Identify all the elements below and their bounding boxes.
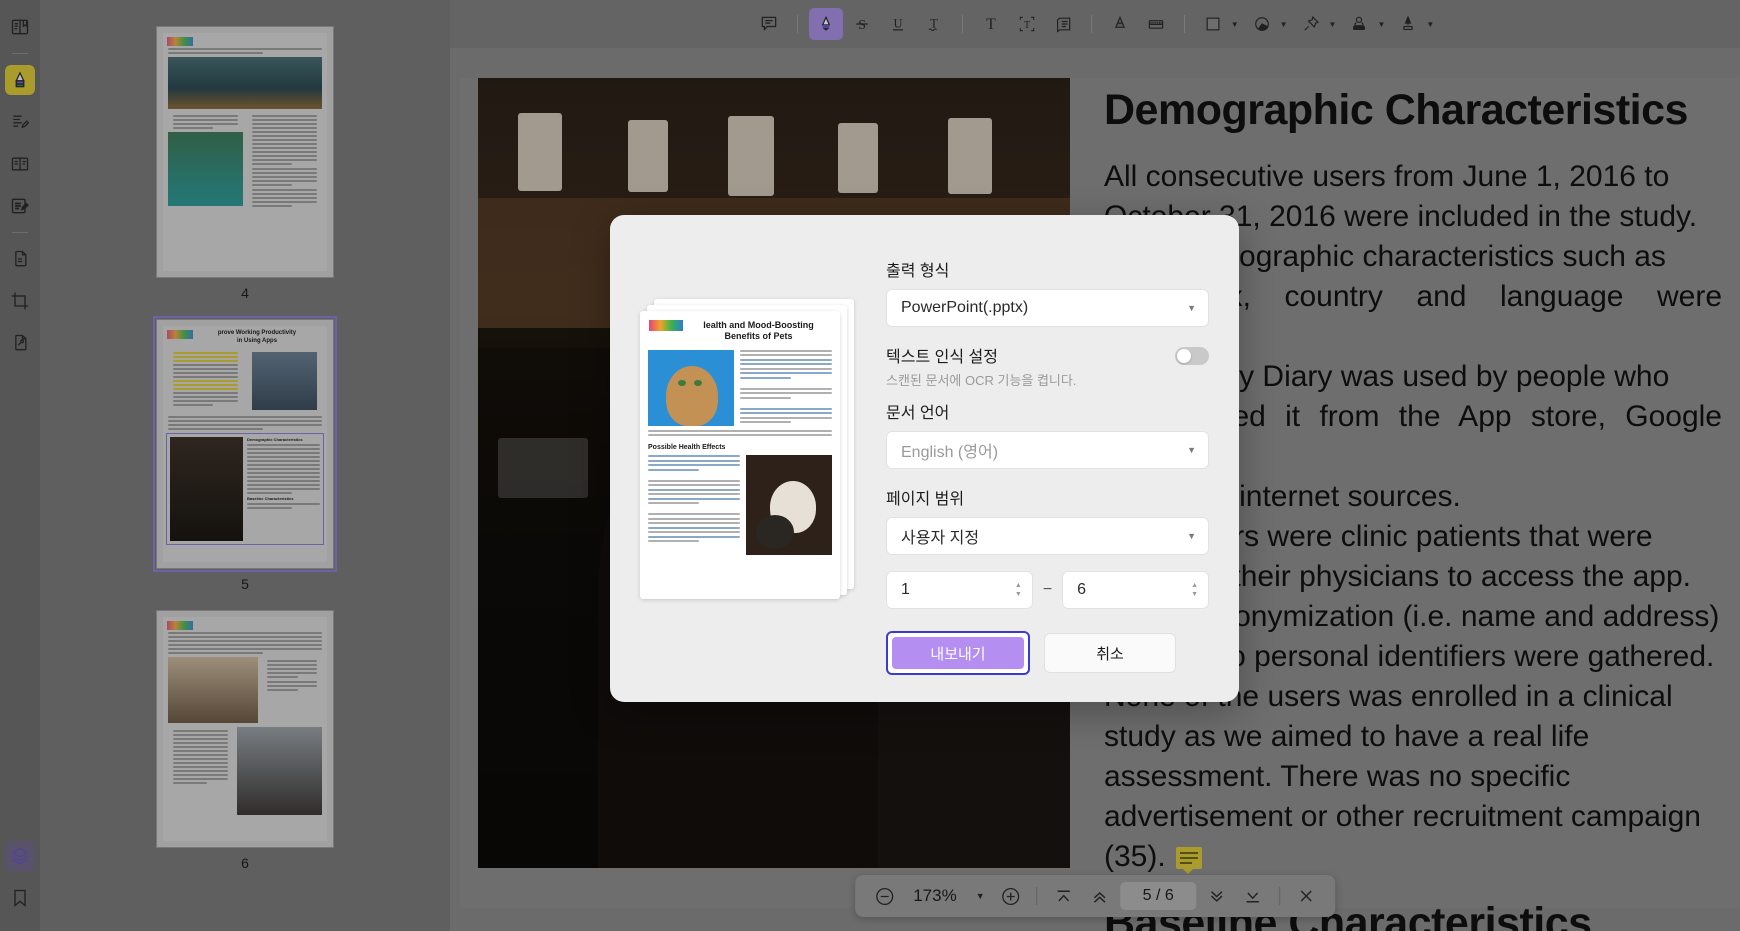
dialog-actions: 내보내기 취소 <box>886 631 1209 675</box>
chevron-down-icon[interactable]: ▼ <box>1187 531 1196 541</box>
chevron-down-icon[interactable]: ▼ <box>1187 303 1196 313</box>
stepper-up-icon[interactable]: ▲ <box>1191 582 1198 589</box>
stepper-down-icon[interactable]: ▼ <box>1191 591 1198 598</box>
preview-subheading: Possible Health Effects <box>648 444 726 451</box>
preview-sheet-front: lealth and Mood-Boosting Benefits of Pets… <box>640 311 840 599</box>
page-range-select[interactable]: 사용자 지정 ▼ <box>886 517 1209 555</box>
output-format-value: PowerPoint(.pptx) <box>901 299 1029 316</box>
cancel-button[interactable]: 취소 <box>1044 633 1176 673</box>
ocr-setting-row: 텍스트 인식 설정 스캔된 문서에 OCR 기능을 켭니다. <box>886 343 1209 389</box>
stepper-down-icon[interactable]: ▼ <box>1015 591 1022 598</box>
preview-title: lealth and Mood-Boosting Benefits of Pets <box>703 320 814 342</box>
preview-logo <box>649 320 683 331</box>
preview-cat-photo <box>648 349 734 426</box>
chevron-down-icon[interactable]: ▼ <box>1187 445 1196 455</box>
page-to-stepper[interactable]: ▲ ▼ <box>1191 582 1198 598</box>
preview-caption <box>648 429 832 436</box>
page-from-value: 1 <box>901 581 910 598</box>
preview-dog-photo <box>746 455 832 555</box>
preview-text-block <box>740 349 832 426</box>
page-from-stepper[interactable]: ▲ ▼ <box>1015 582 1022 598</box>
document-preview: lealth and Mood-Boosting Benefits of Pets… <box>640 257 870 660</box>
ocr-toggle-knob <box>1177 349 1191 363</box>
output-format-select[interactable]: PowerPoint(.pptx) ▼ <box>886 289 1209 327</box>
page-to-value: 6 <box>1077 581 1087 598</box>
page-range-label: 페이지 범위 <box>886 491 965 508</box>
ocr-label: 텍스트 인식 설정 <box>886 349 998 366</box>
document-language-label: 문서 언어 <box>886 405 950 422</box>
range-separator: − <box>1042 581 1053 598</box>
page-from-input[interactable]: 1 ▲ ▼ <box>886 571 1033 609</box>
ocr-setting-text: 텍스트 인식 설정 스캔된 문서에 OCR 기능을 켭니다. <box>886 343 1076 389</box>
export-dialog: lealth and Mood-Boosting Benefits of Pets… <box>610 215 1239 702</box>
preview-row-2 <box>648 455 832 555</box>
pdf-editor-app: 4 prove Working Productivity in Using App… <box>0 0 1740 931</box>
document-language-select[interactable]: English (영어) ▼ <box>886 431 1209 469</box>
preview-row-1 <box>648 349 832 426</box>
page-to-input[interactable]: 6 ▲ ▼ <box>1062 571 1209 609</box>
ocr-toggle[interactable] <box>1175 347 1209 365</box>
preview-text-block-2 <box>648 455 740 555</box>
document-language-value: English (영어) <box>901 444 999 461</box>
ocr-sublabel: 스캔된 문서에 OCR 기능을 켭니다. <box>886 373 1077 388</box>
export-button[interactable]: 내보내기 <box>892 637 1024 669</box>
export-form: 출력 형식 PowerPoint(.pptx) ▼ 텍스트 인식 설정 스캔된 … <box>870 257 1209 675</box>
page-range-value: 사용자 지정 <box>901 530 980 547</box>
export-button-focus-ring: 내보내기 <box>886 631 1030 675</box>
output-format-label: 출력 형식 <box>886 263 950 280</box>
stepper-up-icon[interactable]: ▲ <box>1015 582 1022 589</box>
page-range-inputs: 1 ▲ ▼ − 6 ▲ ▼ <box>886 571 1209 609</box>
